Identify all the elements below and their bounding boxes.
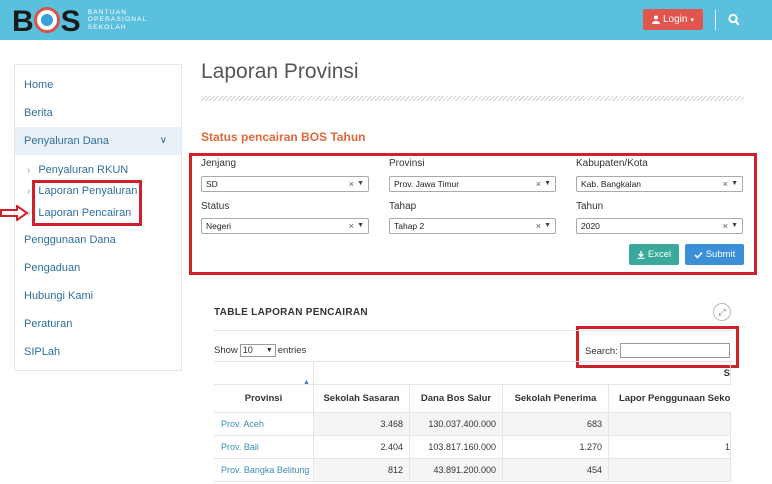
table-cell: 683: [503, 413, 609, 436]
table-cell: 2.404: [314, 436, 410, 459]
entries-select[interactable]: 10 ▼: [239, 344, 276, 357]
tahun-label: Tahun: [576, 201, 604, 212]
logo-subtitle: BANTUAN OPERASIONAL SEKOLAH: [87, 8, 148, 31]
provinsi-select[interactable]: Prov. Jawa Timur × ▼: [389, 176, 556, 192]
download-icon: [637, 250, 645, 259]
sidebar-subitem-penyaluran-rkun[interactable]: › Penyaluran RKUN: [27, 161, 128, 180]
table-cell: 1.270: [503, 436, 609, 459]
table-cell: 43.891.200.000: [410, 459, 503, 482]
caret-down-icon: ▾: [690, 16, 694, 24]
caret-down-icon: ▼: [265, 347, 273, 354]
clear-icon[interactable]: ×: [349, 177, 354, 191]
chevron-right-icon: ›: [27, 186, 31, 197]
clear-icon[interactable]: ×: [536, 219, 541, 233]
sidebar-item-siplah[interactable]: SIPLah: [15, 338, 181, 366]
sidebar-item-pengaduan[interactable]: Pengaduan: [15, 254, 181, 282]
column-header-sekolah-penerima[interactable]: Sekolah Penerima: [503, 385, 609, 413]
clear-icon[interactable]: ×: [536, 177, 541, 191]
sidebar-item-home[interactable]: Home: [15, 71, 181, 99]
clear-icon[interactable]: ×: [723, 219, 728, 233]
login-button[interactable]: Login ▾: [643, 9, 703, 30]
search-label: Search:: [585, 346, 618, 357]
navbar-divider: [715, 10, 716, 30]
caret-down-icon: ▼: [544, 222, 551, 229]
chevron-right-icon: ›: [27, 165, 31, 176]
submit-button[interactable]: Submit: [685, 244, 744, 265]
caret-down-icon: ▼: [731, 180, 738, 187]
jenjang-select[interactable]: SD × ▼: [201, 176, 369, 192]
table-cell: 130.037.400.000: [410, 413, 503, 436]
sort-ascending-icon: ▲: [303, 379, 310, 386]
sidebar-item-label: Penyaluran Dana: [24, 135, 110, 147]
status-label: Status: [201, 201, 230, 212]
table-search-input[interactable]: [620, 343, 730, 358]
table-cell: 3.468: [314, 413, 410, 436]
column-header-provinsi[interactable]: Provinsi: [214, 385, 314, 413]
table-cell: [609, 413, 731, 436]
top-navbar: BS BANTUAN OPERASIONAL SEKOLAH Login ▾: [0, 0, 772, 40]
sidebar-item-peraturan[interactable]: Peraturan: [15, 310, 181, 338]
kabupaten-select[interactable]: Kab. Bangkalan × ▼: [576, 176, 743, 192]
caret-down-icon: ▼: [731, 222, 738, 229]
chevron-down-icon: ∨: [159, 135, 167, 146]
sidebar-item-penyaluran-dana[interactable]: Penyaluran Dana ∨: [15, 127, 181, 155]
clear-icon[interactable]: ×: [349, 219, 354, 233]
check-icon: [694, 251, 703, 259]
expand-icon[interactable]: ⤢: [713, 303, 731, 321]
user-icon: [652, 15, 660, 24]
sidebar-item-hubungi-kami[interactable]: Hubungi Kami: [15, 282, 181, 310]
provinsi-label: Provinsi: [389, 158, 425, 169]
column-header-sekolah-sasaran[interactable]: Sekolah Sasaran: [314, 385, 410, 413]
caret-down-icon: ▼: [357, 180, 364, 187]
tahap-select[interactable]: Tahap 2 × ▼: [389, 218, 556, 234]
sidebar-item-berita[interactable]: Berita: [15, 99, 181, 127]
table-cell: 1: [609, 436, 731, 459]
page-title: Laporan Provinsi: [201, 60, 359, 83]
table-cell: 103.817.160.000: [410, 436, 503, 459]
table-cell: 454: [503, 459, 609, 482]
clear-icon[interactable]: ×: [723, 177, 728, 191]
caret-down-icon: ▼: [357, 222, 364, 229]
caret-down-icon: ▼: [544, 180, 551, 187]
table-divider: [214, 330, 731, 331]
entries-length-control: Show 10 ▼ entries: [214, 344, 307, 357]
logo-text: BS: [12, 4, 81, 38]
arrow-right-icon: [0, 205, 28, 221]
sidebar-item-penggunaan-dana[interactable]: Penggunaan Dana: [15, 226, 181, 254]
table-cell: 812: [314, 459, 410, 482]
column-header-lapor-penggunaan[interactable]: Lapor Penggunaan Sekolah: [609, 385, 731, 413]
excel-button[interactable]: Excel: [629, 244, 679, 265]
bos-logo[interactable]: BS BANTUAN OPERASIONAL SEKOLAH: [12, 4, 148, 38]
table-cell-provinsi[interactable]: Prov. Aceh: [214, 413, 314, 436]
title-divider: [201, 96, 744, 101]
data-table: S Provinsi ▲ Sekolah Sasaran Dana Bos Sa…: [214, 361, 731, 484]
tahun-select[interactable]: 2020 × ▼: [576, 218, 743, 234]
tahap-label: Tahap: [389, 201, 417, 212]
highlight-box-sidebar: [32, 180, 142, 226]
table-cell-provinsi[interactable]: Prov. Bali: [214, 436, 314, 459]
table-group-header: S: [314, 361, 731, 385]
table-header-spacer: [214, 361, 314, 385]
status-select[interactable]: Negeri × ▼: [201, 218, 369, 234]
table-cell-provinsi[interactable]: Prov. Bangka Belitung: [214, 459, 314, 482]
section-title: Status pencairan BOS Tahun: [201, 130, 366, 144]
jenjang-label: Jenjang: [201, 158, 237, 169]
column-header-dana-bos-salur[interactable]: Dana Bos Salur: [410, 385, 503, 413]
table-title: TABLE LAPORAN PENCAIRAN: [214, 307, 368, 318]
search-icon[interactable]: [728, 13, 740, 27]
kabupaten-label: Kabupaten/Kota: [576, 158, 648, 169]
table-cell: [609, 459, 731, 482]
login-label: Login: [663, 14, 688, 25]
